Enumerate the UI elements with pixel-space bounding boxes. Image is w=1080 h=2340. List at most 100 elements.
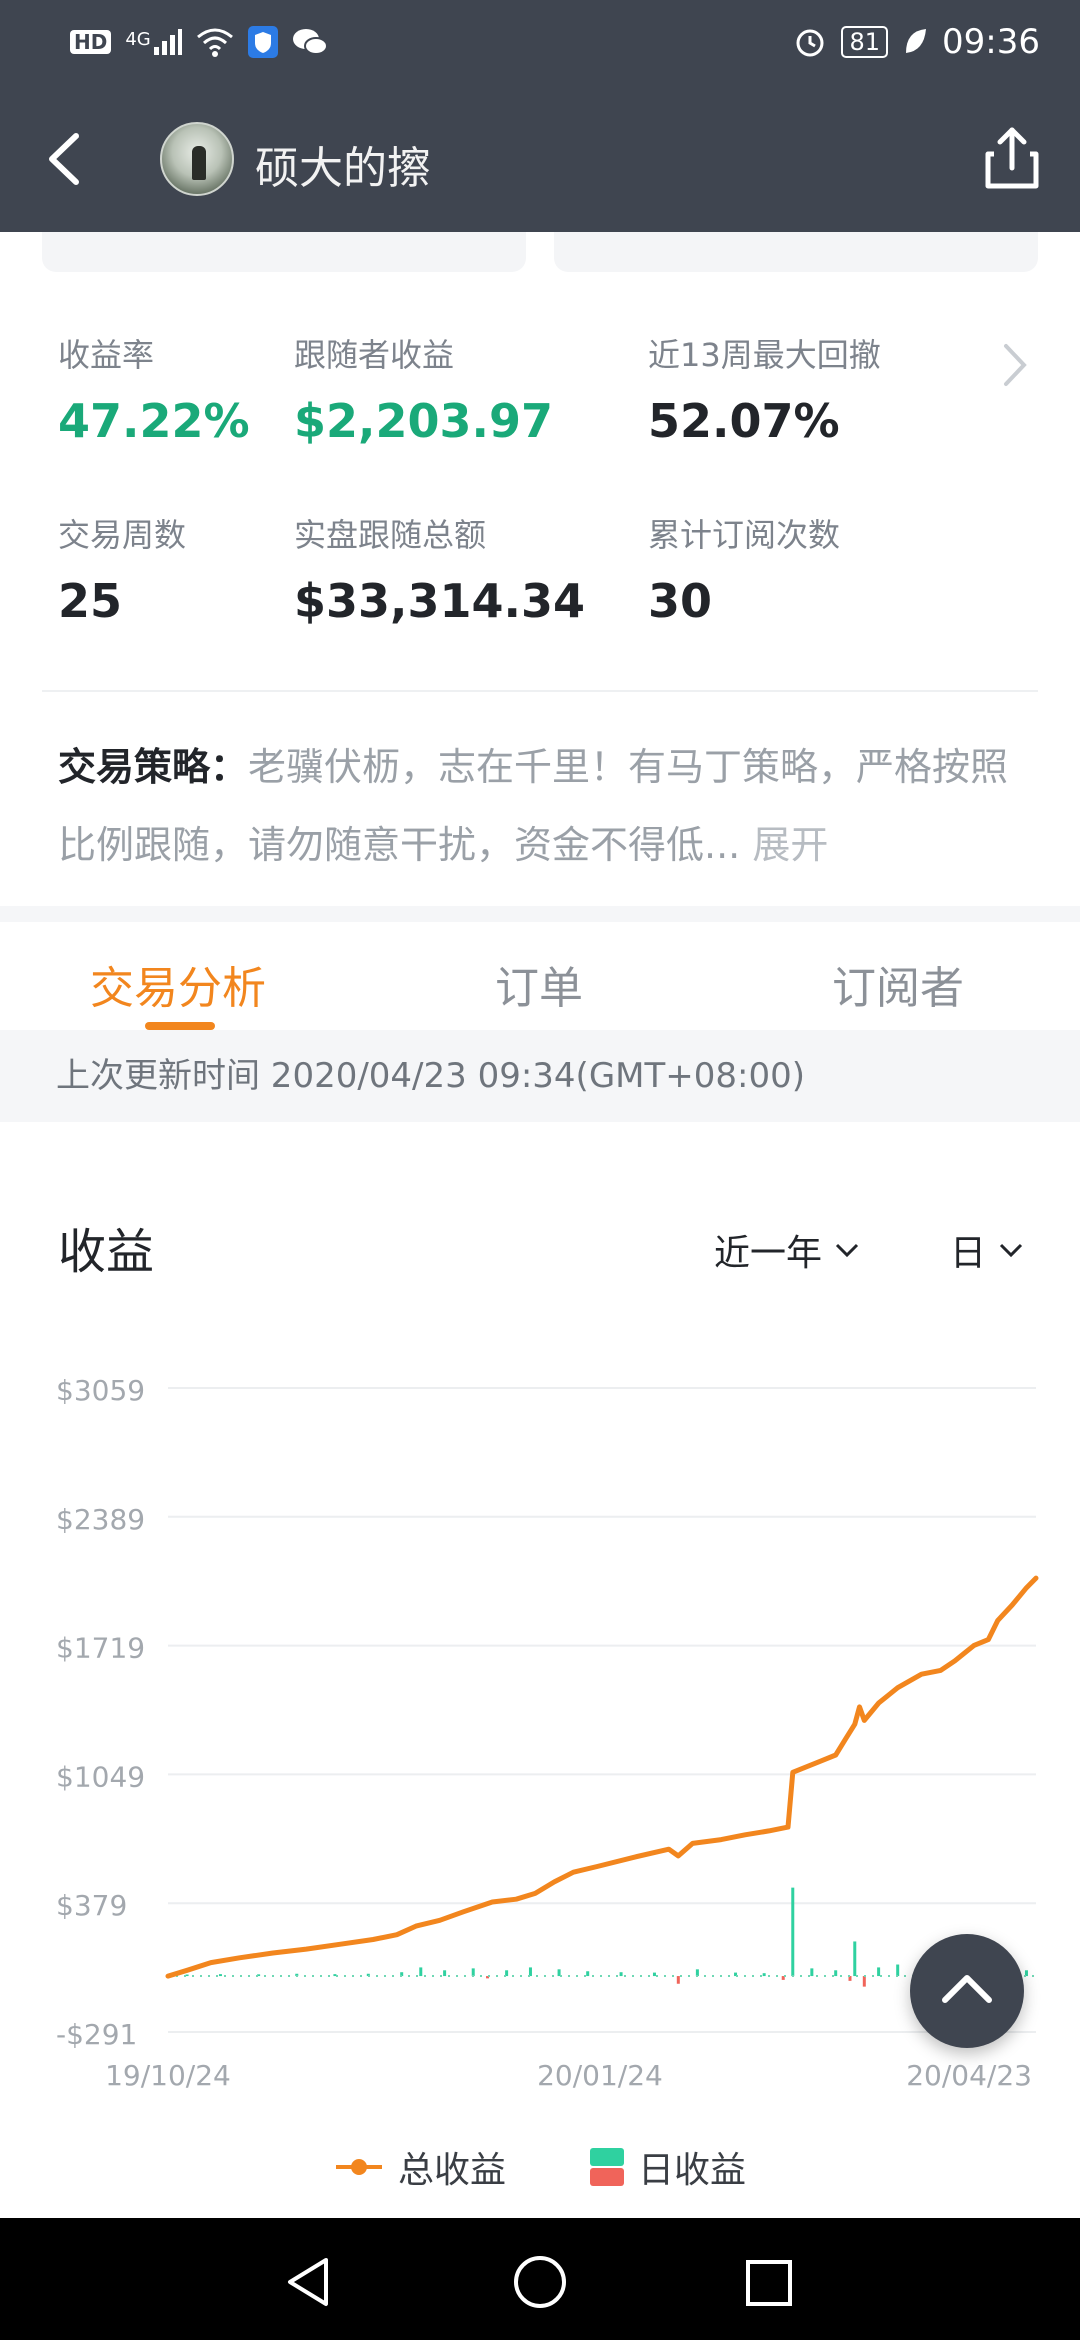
stat-label: 实盘跟随总额 [294, 516, 487, 554]
chevron-down-icon [999, 1243, 1023, 1258]
status-left-icons: HD 4G [70, 26, 328, 58]
daily-profit-bar [619, 1972, 623, 1977]
y-tick-label: $379 [56, 1889, 127, 1922]
section-title: 收益 [58, 1224, 155, 1280]
daily-profit-bar [676, 1976, 680, 1984]
last-update-time: 上次更新时间 2020/04/23 09:34(GMT+08:00) [0, 1030, 1080, 1122]
summary-card-right[interactable] [554, 232, 1038, 272]
stat-label: 收益率 [58, 336, 155, 374]
daily-profit-bar [652, 1972, 656, 1977]
tab-subscribers[interactable]: 订阅者 [832, 952, 964, 1016]
leaf-icon [906, 29, 927, 53]
hd-icon: HD [70, 30, 112, 54]
stat-trading-weeks: 交易周数 25 [58, 510, 186, 628]
daily-profit-bar [862, 1976, 866, 1987]
nav-home-icon[interactable] [512, 2254, 568, 2310]
daily-profit-bar [791, 1887, 795, 1977]
expand-link[interactable]: 展开 [752, 823, 828, 867]
stat-label: 交易周数 [58, 516, 187, 554]
wifi-icon [196, 28, 233, 57]
section-separator [0, 906, 1080, 922]
daily-profit-bar [471, 1968, 475, 1977]
avatar[interactable] [160, 122, 234, 196]
stat-value: 52.07% [648, 394, 840, 448]
share-icon[interactable] [974, 120, 1050, 196]
stat-value: 25 [58, 574, 123, 628]
daily-profit-bar [218, 1974, 222, 1977]
line-dot-icon [336, 2159, 382, 2175]
daily-profit-bar [877, 1967, 881, 1977]
legend-item-daily[interactable]: 日收益 [590, 2141, 746, 2193]
signal-bars-icon [153, 29, 182, 55]
y-tick-label: $3059 [56, 1374, 145, 1407]
stat-follower-profit: 跟随者收益 $2,203.97 [294, 330, 553, 448]
system-nav-bar [0, 2218, 1080, 2340]
stat-label: 跟随者收益 [294, 336, 455, 374]
legend-label: 日收益 [638, 2150, 747, 2191]
back-button[interactable] [36, 124, 96, 194]
network-label: 4G [125, 29, 151, 50]
chevron-down-icon [835, 1243, 859, 1258]
daily-profit-bar [528, 1967, 532, 1977]
summary-card-left[interactable] [42, 232, 526, 272]
daily-profit-bar [586, 1971, 590, 1977]
stat-label: 近13周最大回撤 [648, 336, 881, 374]
total-profit-line [165, 1575, 1039, 1979]
x-tick-label: 20/01/24 [537, 2059, 663, 2092]
4g-signal-icon: 4G [125, 29, 182, 55]
daily-profit-bar [853, 1941, 857, 1977]
stat-value: 47.22% [58, 394, 250, 448]
tab-bar: 交易分析 订单 订阅者 [0, 922, 1080, 1030]
stat-value: 30 [648, 574, 713, 628]
strategy-description: 交易策略：老骥伏枥，志在千里！有马丁策略，严格按照比例跟随，请勿随意干扰，资金不… [58, 728, 1038, 884]
app-header: 硕大的擦 [0, 92, 1080, 232]
tab-trade-analysis[interactable]: 交易分析 [90, 952, 266, 1016]
stat-value: $33,314.34 [294, 574, 586, 628]
alarm-icon [796, 29, 824, 57]
range-dropdown[interactable]: 近一年 [714, 1224, 860, 1276]
chevron-right-icon[interactable] [1000, 340, 1030, 390]
status-time: 09:36 [942, 22, 1040, 62]
bar-swatch-icon [590, 2148, 624, 2186]
x-tick-label: 20/04/23 [906, 2059, 1032, 2092]
daily-profit-bar [695, 1969, 699, 1977]
daily-profit-bar [810, 1968, 814, 1977]
daily-profit-bar [557, 1969, 561, 1977]
daily-profit-bar [333, 1974, 337, 1977]
page-title: 硕大的擦 [255, 143, 431, 194]
active-tab-indicator [145, 1022, 215, 1030]
daily-profit-bar [443, 1970, 447, 1977]
period-dropdown[interactable]: 日 [950, 1224, 1024, 1276]
legend-item-total[interactable]: 总收益 [334, 2141, 506, 2193]
daily-profit-bar [419, 1967, 423, 1977]
strategy-label: 交易策略： [58, 745, 249, 789]
nav-recents-icon[interactable] [744, 2258, 794, 2308]
status-right-icons: 81 09:36 [793, 22, 1040, 62]
status-bar: HD 4G 81 09:36 [0, 0, 1080, 92]
legend-label: 总收益 [398, 2150, 507, 2191]
y-tick-label: -$291 [56, 2018, 137, 2051]
wechat-icon [292, 29, 328, 55]
tab-orders[interactable]: 订单 [495, 952, 583, 1016]
stat-max-drawdown[interactable]: 近13周最大回撤 52.07% [648, 330, 881, 448]
stat-return-rate: 收益率 47.22% [58, 330, 250, 448]
nav-back-icon[interactable] [284, 2256, 334, 2308]
stat-live-follow-total: 实盘跟随总额 $33,314.34 [294, 510, 585, 628]
y-tick-label: $1049 [56, 1760, 145, 1793]
daily-profit-bar [762, 1973, 766, 1977]
stat-subscriptions: 累计订阅次数 30 [648, 510, 840, 628]
x-tick-label: 19/10/24 [105, 2059, 231, 2092]
daily-profit-bar [834, 1970, 838, 1977]
scroll-to-top-button[interactable] [910, 1934, 1024, 2048]
daily-profit-bar [185, 1974, 189, 1977]
divider [42, 690, 1038, 692]
chart-legend: 总收益 日收益 [0, 2135, 1080, 2195]
shield-app-icon [247, 26, 278, 58]
battery-indicator: 81 [841, 26, 889, 58]
range-dropdown-label: 近一年 [714, 1233, 823, 1274]
stat-label: 累计订阅次数 [648, 516, 841, 554]
stat-value: $2,203.97 [294, 394, 553, 448]
chevron-up-icon [942, 1975, 992, 2003]
period-dropdown-label: 日 [950, 1233, 987, 1274]
y-tick-label: $2389 [56, 1503, 145, 1536]
